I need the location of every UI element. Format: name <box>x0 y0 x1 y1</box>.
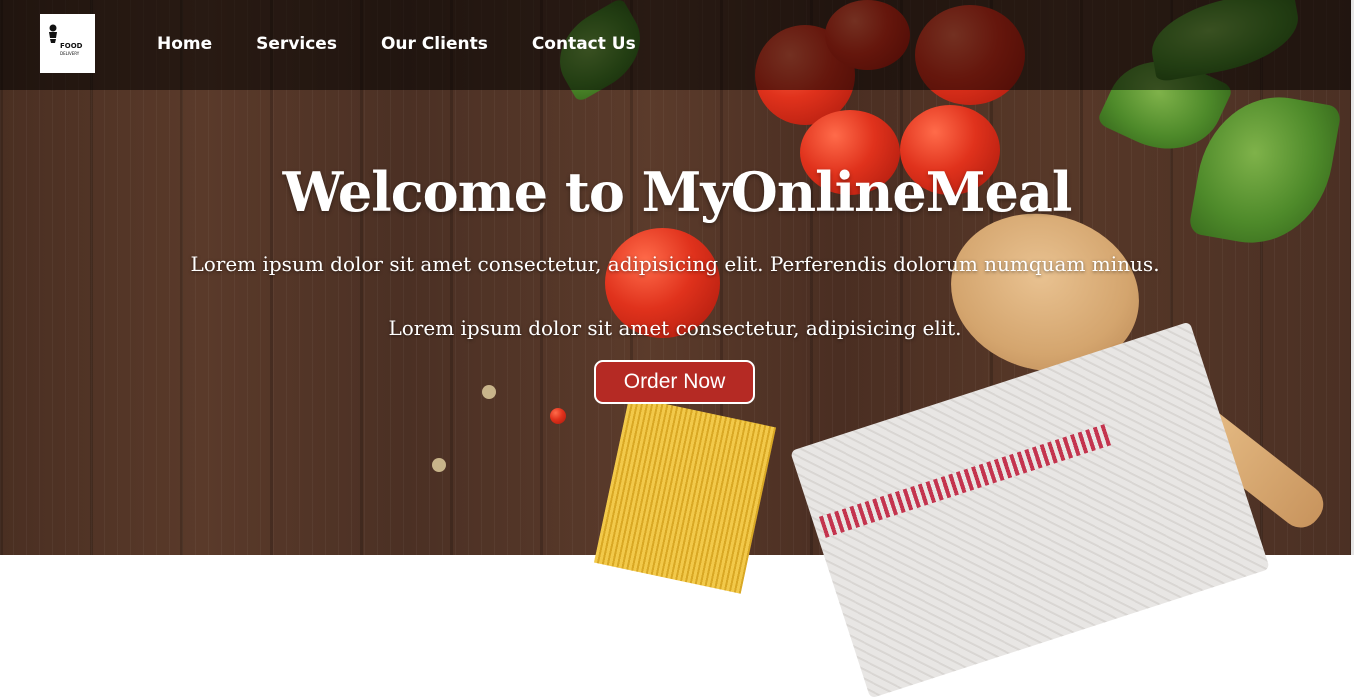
hero-paragraph-1: Lorem ipsum dolor sit amet consectetur, … <box>190 252 1160 276</box>
spaghetti-decor <box>593 396 777 594</box>
peppercorn-decor <box>432 458 446 472</box>
nav-link-our-clients[interactable]: Our Clients <box>381 32 488 56</box>
top-navbar: FOOD DELIVERY Home Services Our Clients … <box>0 0 1354 90</box>
peppercorn-decor <box>482 385 496 399</box>
chef-icon <box>49 24 57 43</box>
nav-link-home[interactable]: Home <box>157 32 212 56</box>
hero-paragraph-2: Lorem ipsum dolor sit amet consectetur, … <box>388 316 962 340</box>
logo-line-food: FOOD <box>60 42 83 50</box>
nav-item-home: Home <box>157 32 256 56</box>
nav-item-contact-us: Contact Us <box>532 32 680 56</box>
logo-link[interactable]: FOOD DELIVERY <box>40 14 95 73</box>
nav-item-our-clients: Our Clients <box>381 32 532 56</box>
main-nav: Home Services Our Clients Contact Us <box>157 32 680 56</box>
logo-subtext: DELIVERY <box>60 51 80 56</box>
nav-link-contact-us[interactable]: Contact Us <box>532 32 636 56</box>
order-now-button[interactable]: Order Now <box>594 360 755 404</box>
peppercorn-decor <box>550 408 566 424</box>
nav-link-services[interactable]: Services <box>256 32 337 56</box>
hero-title: Welcome to MyOnlineMeal <box>282 160 1073 224</box>
nav-item-services: Services <box>256 32 381 56</box>
logo-text: FOOD <box>60 43 83 50</box>
